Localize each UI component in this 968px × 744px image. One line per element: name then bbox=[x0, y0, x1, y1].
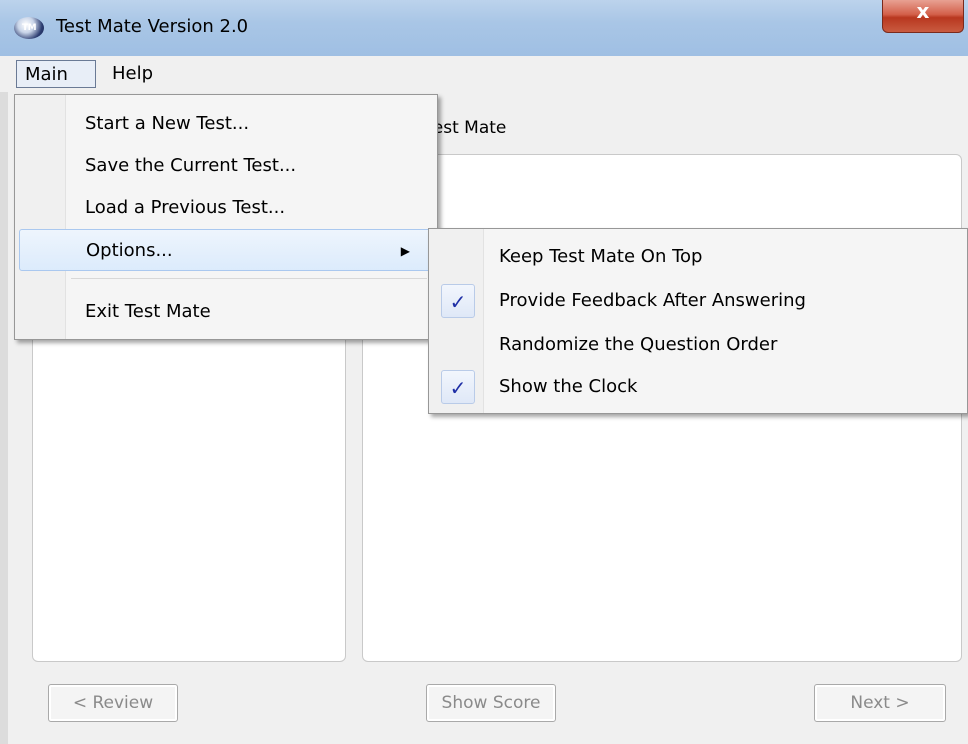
close-button[interactable]: x bbox=[882, 0, 964, 33]
menu-item-start-new-test[interactable]: Start a New Test... bbox=[19, 103, 431, 145]
option-label: Keep Test Mate On Top bbox=[499, 246, 703, 267]
app-window: TM Test Mate Version 2.0 x Main Help ome… bbox=[0, 0, 968, 744]
menu-bar: Main Help bbox=[0, 56, 968, 93]
menubar-item-help[interactable]: Help bbox=[104, 60, 161, 88]
checkmark-icon: ✓ bbox=[441, 284, 475, 318]
menu-item-options[interactable]: Options... ▶ bbox=[19, 229, 431, 271]
menu-item-label: Save the Current Test... bbox=[85, 155, 297, 176]
options-submenu: Keep Test Mate On Top ✓ Provide Feedback… bbox=[428, 228, 968, 414]
close-icon: x bbox=[916, 0, 930, 23]
option-label: Provide Feedback After Answering bbox=[499, 290, 806, 311]
window-frame-edge bbox=[0, 92, 8, 744]
option-keep-on-top[interactable]: Keep Test Mate On Top bbox=[433, 235, 963, 279]
next-button[interactable]: Next > bbox=[814, 684, 946, 722]
menu-item-exit[interactable]: Exit Test Mate bbox=[19, 291, 431, 333]
menu-item-load-previous-test[interactable]: Load a Previous Test... bbox=[19, 187, 431, 229]
menu-item-save-current-test[interactable]: Save the Current Test... bbox=[19, 145, 431, 187]
app-logo-icon: TM bbox=[14, 17, 44, 39]
menu-item-label: Exit Test Mate bbox=[85, 301, 211, 322]
menu-item-label: Load a Previous Test... bbox=[85, 197, 286, 218]
main-menu-dropdown: Start a New Test... Save the Current Tes… bbox=[14, 94, 438, 340]
option-label: Show the Clock bbox=[499, 376, 638, 397]
menu-item-label: Start a New Test... bbox=[85, 113, 250, 134]
title-bar[interactable]: TM Test Mate Version 2.0 x bbox=[0, 0, 968, 56]
option-provide-feedback[interactable]: ✓ Provide Feedback After Answering bbox=[433, 279, 963, 323]
option-label: Randomize the Question Order bbox=[499, 334, 778, 355]
menubar-item-main[interactable]: Main bbox=[16, 60, 96, 88]
show-score-button[interactable]: Show Score bbox=[426, 684, 556, 722]
checkmark-icon: ✓ bbox=[441, 370, 475, 404]
menu-separator bbox=[71, 278, 427, 279]
review-button[interactable]: < Review bbox=[48, 684, 178, 722]
option-randomize-order[interactable]: Randomize the Question Order bbox=[433, 323, 963, 367]
option-show-clock[interactable]: ✓ Show the Clock bbox=[433, 365, 963, 409]
window-title: Test Mate Version 2.0 bbox=[56, 16, 249, 37]
submenu-arrow-icon: ▶ bbox=[400, 244, 410, 258]
menu-item-label: Options... bbox=[86, 240, 173, 261]
